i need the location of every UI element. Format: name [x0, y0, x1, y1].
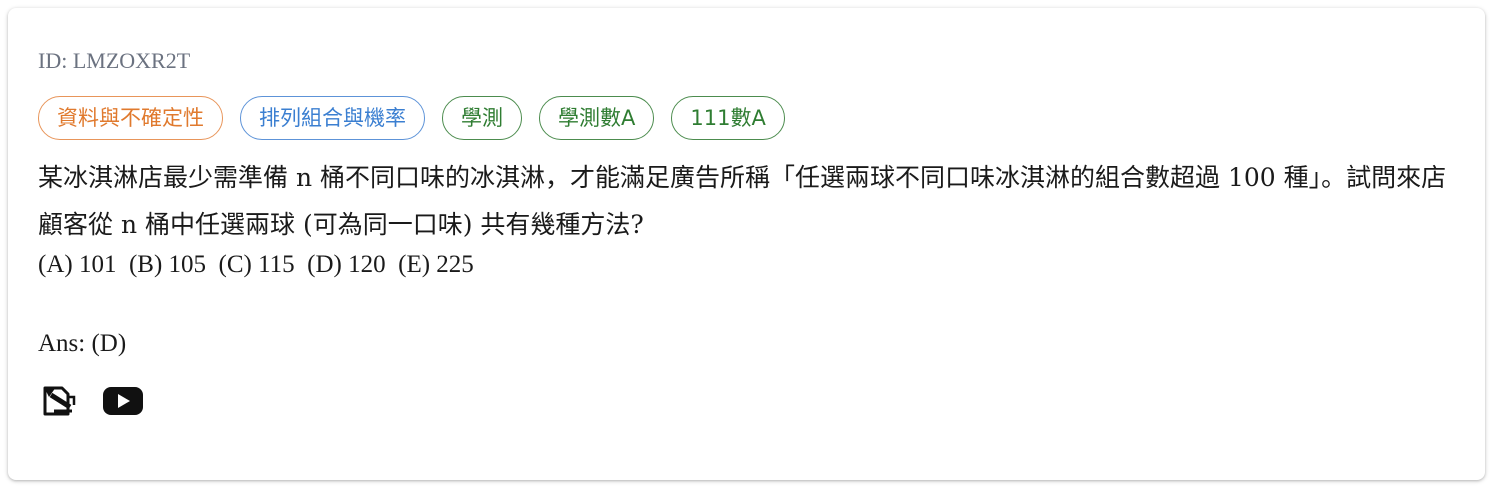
tag-data-uncertainty[interactable]: 資料與不確定性 — [38, 96, 223, 140]
tag-111-math-a[interactable]: 111數A — [671, 96, 785, 140]
question-text: 某冰淇淋店最少需準備 n 桶不同口味的冰淇淋，才能滿足廣告所稱「任選兩球不同口味… — [38, 163, 1447, 239]
youtube-icon-svg — [103, 387, 143, 415]
question-id: ID: LMZOXR2T — [38, 48, 191, 73]
action-icons — [38, 383, 1455, 419]
tag-gsat[interactable]: 學測 — [442, 96, 522, 140]
answer-options: (A) 101 (B) 105 (C) 115 (D) 120 (E) 225 — [38, 251, 474, 278]
edit-sketch-icon-svg — [43, 386, 76, 416]
tag-gsat-math-a[interactable]: 學測數A — [539, 96, 655, 140]
question-card: ID: LMZOXR2T 資料與不確定性 排列組合與機率 學測 學測數A 111… — [8, 8, 1485, 480]
tag-permutation-probability[interactable]: 排列組合與機率 — [240, 96, 425, 140]
edit-sketch-icon[interactable] — [38, 383, 80, 419]
tag-list: 資料與不確定性 排列組合與機率 學測 學測數A 111數A — [38, 96, 1455, 142]
answer-text: Ans: (D) — [38, 330, 127, 357]
youtube-icon[interactable] — [102, 383, 144, 419]
